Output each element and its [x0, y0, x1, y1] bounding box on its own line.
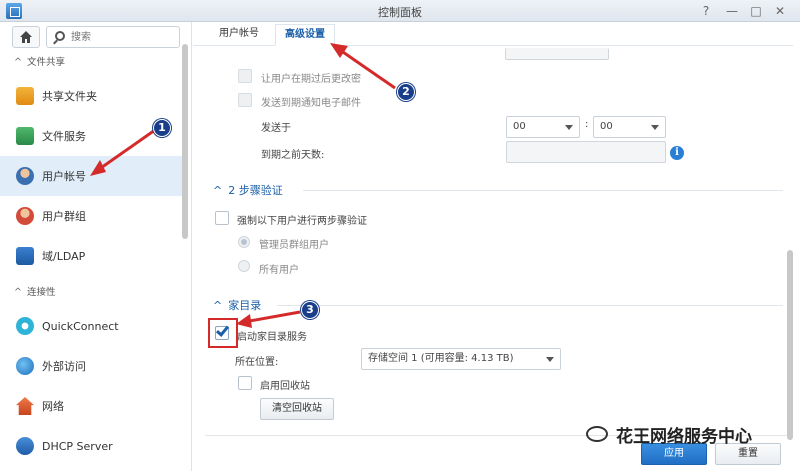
annotation-arrow-2: [330, 43, 396, 90]
annotation-badge-3: 3: [301, 301, 319, 319]
annotation-overlay: [90, 43, 396, 328]
annotation-arrow-3: [236, 310, 301, 328]
annotation-arrow-1: [90, 128, 156, 176]
watermark-text: 花王网络服务中心: [616, 427, 752, 447]
highlight-box: [208, 318, 238, 348]
annotation-badge-1: 1: [153, 119, 171, 137]
annotation-badge-2: 2: [397, 83, 415, 101]
